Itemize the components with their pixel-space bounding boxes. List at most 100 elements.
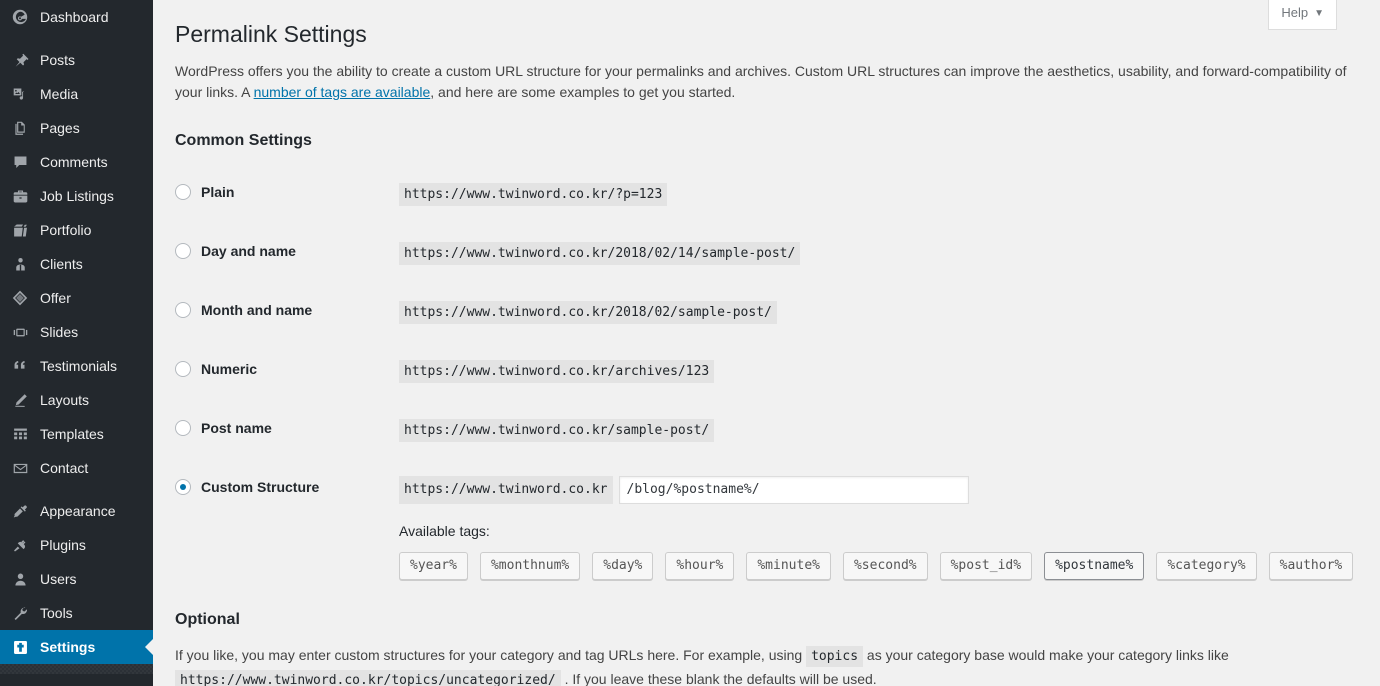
sidebar-item-label: Posts — [40, 52, 76, 68]
custom-structure-input[interactable] — [618, 475, 969, 504]
sidebar-item-label: Job Listings — [40, 188, 114, 204]
available-tags-label: Available tags: — [399, 523, 490, 539]
sidebar-item-media[interactable]: Media — [0, 77, 153, 111]
radio-option-label: Numeric — [201, 361, 258, 377]
sidebar-item-templates[interactable]: Templates — [0, 417, 153, 451]
custom-structure-field-group: https://www.twinword.co.kr — [399, 475, 1355, 504]
sidebar-item-label: Pages — [40, 120, 80, 136]
tag-button-category[interactable]: %category% — [1156, 552, 1257, 580]
available-tags-section: Available tags: %year% %monthnum% %day% %ho… — [175, 515, 1380, 580]
dashboard-icon — [9, 7, 31, 27]
tag-button-author[interactable]: %author% — [1268, 552, 1354, 580]
help-tab-button[interactable]: Help ▼ — [1268, 0, 1337, 30]
permalink-option-row: Month and name https://www.twinword.co.kr… — [175, 283, 1355, 342]
tag-button-postname[interactable]: %postname% — [1044, 552, 1145, 580]
tag-button-post_id[interactable]: %post_id% — [939, 552, 1033, 580]
intro-paragraph: WordPress offers you the ability to crea… — [175, 61, 1355, 103]
radio-button[interactable] — [175, 243, 191, 259]
pages-icon — [9, 118, 31, 138]
sidebar-item-label: Settings — [40, 639, 96, 655]
pencil-icon — [9, 390, 31, 410]
radio-button[interactable] — [175, 184, 191, 200]
sidebar-item-portfolio[interactable]: Portfolio — [0, 213, 153, 247]
sidebar-item-tools[interactable]: Tools — [0, 596, 153, 630]
content-inner: Permalink Settings WordPress offers you … — [153, 0, 1380, 686]
radio-option-plain[interactable]: Plain — [175, 184, 234, 200]
user-icon — [9, 569, 31, 589]
chevron-down-icon: ▼ — [1314, 8, 1324, 19]
tag-button-year[interactable]: %year% — [399, 552, 468, 580]
custom-structure-row: Custom Structure https://www.twinword.co.… — [175, 460, 1355, 519]
radio-option-month-and-name[interactable]: Month and name — [175, 302, 312, 318]
tag-button-day[interactable]: %day% — [592, 552, 654, 580]
sidebar-item-label: Plugins — [40, 537, 86, 553]
radio-button[interactable] — [175, 479, 191, 495]
sidebar-item-testimonials[interactable]: Testimonials — [0, 349, 153, 383]
permalink-option-cell: Month and name — [175, 283, 399, 342]
sidebar-item-label: Tools — [40, 605, 73, 621]
optional-text-1: If you like, you may enter custom struct… — [175, 647, 807, 663]
grid-icon — [9, 424, 31, 444]
sidebar-item-plugins[interactable]: Plugins — [0, 528, 153, 562]
sidebar-item-offer[interactable]: Offer — [0, 281, 153, 315]
sidebar-item-users[interactable]: Users — [0, 562, 153, 596]
permalink-option-row: Day and name https://www.twinword.co.kr/2… — [175, 224, 1355, 283]
permalink-option-cell: Numeric — [175, 342, 399, 401]
tag-button-monthnum[interactable]: %monthnum% — [479, 552, 581, 580]
radio-button[interactable] — [175, 420, 191, 436]
sidebar-item-posts[interactable]: Posts — [0, 43, 153, 77]
sidebar-item-comments[interactable]: Comments — [0, 145, 153, 179]
sidebar-item-dashboard[interactable]: Dashboard — [0, 0, 153, 34]
radio-option-label: Custom Structure — [201, 479, 320, 495]
sidebar-item-clients[interactable]: Clients — [0, 247, 153, 281]
sidebar-item-job-listings[interactable]: Job Listings — [0, 179, 153, 213]
sidebar-item-slides[interactable]: Slides — [0, 315, 153, 349]
radio-option-day-and-name[interactable]: Day and name — [175, 243, 296, 259]
sidebar-item-label: Dashboard — [40, 9, 109, 25]
permalink-example-cell: https://www.twinword.co.kr/2018/02/sampl… — [399, 283, 1355, 342]
tag-button-second[interactable]: %second% — [842, 552, 928, 580]
radio-option-numeric[interactable]: Numeric — [175, 361, 257, 377]
permalink-options-table: Plain https://www.twinword.co.kr/?p=123 Da… — [175, 165, 1355, 519]
radio-option-label: Month and name — [201, 302, 313, 318]
pin-icon — [9, 50, 31, 70]
custom-structure-prefix: https://www.twinword.co.kr — [399, 475, 613, 504]
radio-button[interactable] — [175, 361, 191, 377]
permalink-option-row: Numeric https://www.twinword.co.kr/archiv… — [175, 342, 1355, 401]
optional-code-url: https://www.twinword.co.kr/topics/uncate… — [175, 670, 561, 686]
radio-button[interactable] — [175, 302, 191, 318]
sidebar-item-label: Portfolio — [40, 222, 92, 238]
custom-structure-input-cell: https://www.twinword.co.kr — [399, 460, 1355, 519]
sidebar-item-contact[interactable]: Contact — [0, 451, 153, 485]
sidebar-item-settings[interactable]: Settings — [0, 630, 153, 664]
permalink-example-cell: https://www.twinword.co.kr/archives/123 — [399, 342, 1355, 401]
media-icon — [9, 84, 31, 104]
custom-structure-option-cell: Custom Structure — [175, 460, 399, 519]
radio-option-label: Plain — [201, 184, 235, 200]
sidebar-item-pages[interactable]: Pages — [0, 111, 153, 145]
sidebar-item-label: Contact — [40, 460, 89, 476]
permalink-example-cell: https://www.twinword.co.kr/2018/02/14/sa… — [399, 224, 1355, 283]
sidebar-menu-list: Dashboard Posts Media Pages Comments Job List… — [0, 0, 153, 664]
sidebar-item-label: Slides — [40, 324, 79, 340]
permalink-option-cell: Plain — [175, 165, 399, 224]
available-tags-link[interactable]: number of tags are available — [254, 84, 431, 100]
permalink-example-url: https://www.twinword.co.kr/?p=123 — [399, 183, 668, 206]
sidebar-item-label: Layouts — [40, 392, 90, 408]
page-title: Permalink Settings — [175, 21, 367, 47]
radio-option-post-name[interactable]: Post name — [175, 420, 272, 436]
sidebar-item-label: Offer — [40, 290, 71, 306]
optional-text-2: as your category base would make your ca… — [863, 647, 1229, 663]
sidebar-item-appearance[interactable]: Appearance — [0, 494, 153, 528]
intro-text-after-link: , and here are some examples to get you … — [430, 84, 736, 100]
permalink-option-row: Plain https://www.twinword.co.kr/?p=123 — [175, 165, 1355, 224]
sidebar-item-layouts[interactable]: Layouts — [0, 383, 153, 417]
permalink-example-url: https://www.twinword.co.kr/archives/123 — [399, 360, 715, 383]
tag-button-minute[interactable]: %minute% — [746, 552, 831, 580]
tag-button-hour[interactable]: %hour% — [665, 552, 735, 580]
sidebar-separator — [0, 485, 153, 494]
clients-icon — [9, 254, 31, 274]
radio-option-custom-structure[interactable]: Custom Structure — [175, 479, 319, 495]
radio-option-label: Day and name — [201, 243, 296, 259]
main-content: Help ▼ Permalink Settings WordPress offer… — [153, 0, 1380, 686]
